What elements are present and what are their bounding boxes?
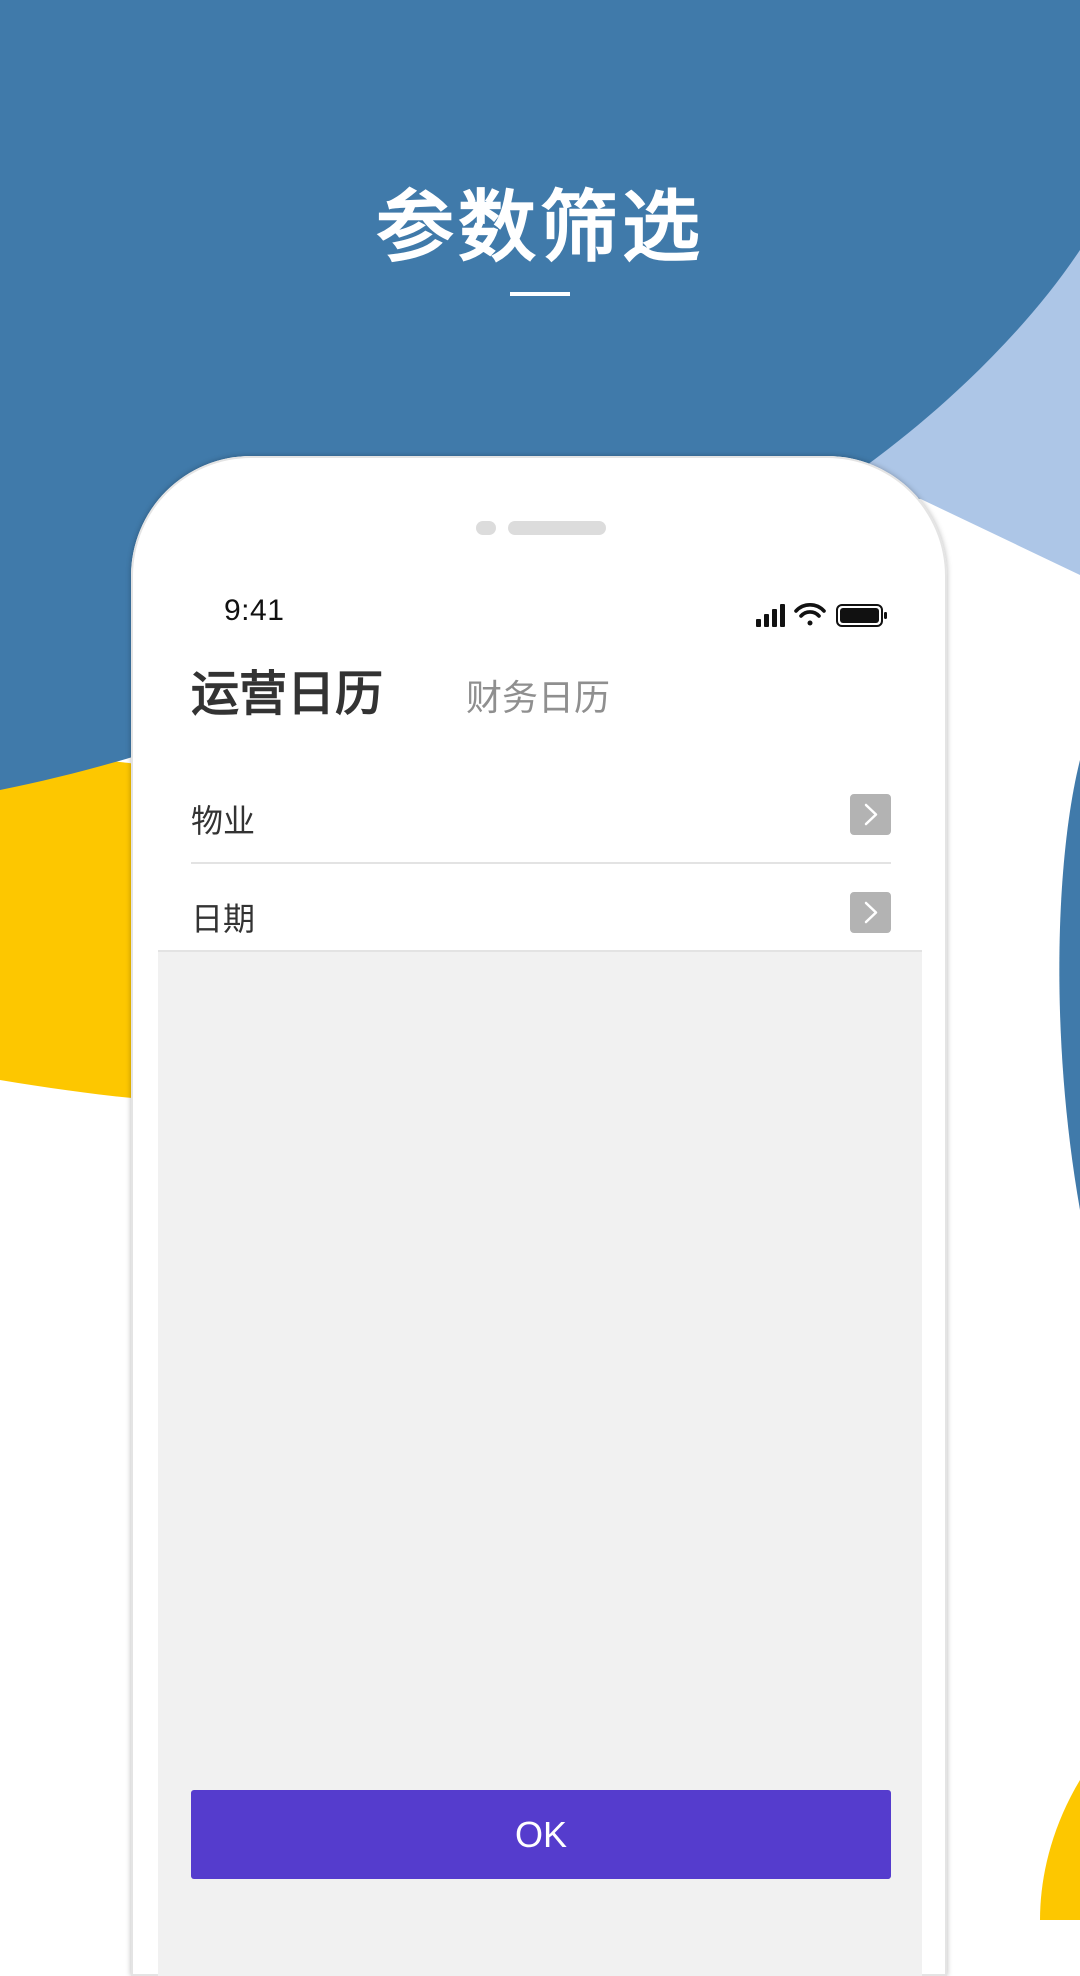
- chevron-right-icon: [850, 794, 891, 835]
- tab-operations-calendar[interactable]: 运营日历: [191, 654, 383, 724]
- filter-row-property[interactable]: 物业: [191, 766, 891, 864]
- filter-label-date: 日期: [191, 900, 256, 938]
- filter-row-date[interactable]: 日期: [191, 864, 891, 960]
- filter-label-property: 物业: [191, 802, 256, 840]
- tab-finance-calendar[interactable]: 财务日历: [466, 669, 610, 721]
- phone-mockup: 9:41 运营日历 财务日历 物业 日期 OK: [131, 456, 947, 1976]
- cellular-signal-icon: [756, 604, 785, 627]
- status-icons: [756, 603, 887, 627]
- phone-camera-dot: [476, 521, 496, 535]
- promo-title: 参数筛选: [375, 183, 704, 273]
- ok-button[interactable]: OK: [191, 1790, 891, 1879]
- phone-speaker: [508, 521, 606, 535]
- wifi-icon: [794, 603, 826, 626]
- battery-icon: [836, 604, 887, 627]
- status-time: 9:41: [224, 594, 285, 627]
- chevron-right-icon: [850, 892, 891, 933]
- title-underline: [510, 292, 570, 296]
